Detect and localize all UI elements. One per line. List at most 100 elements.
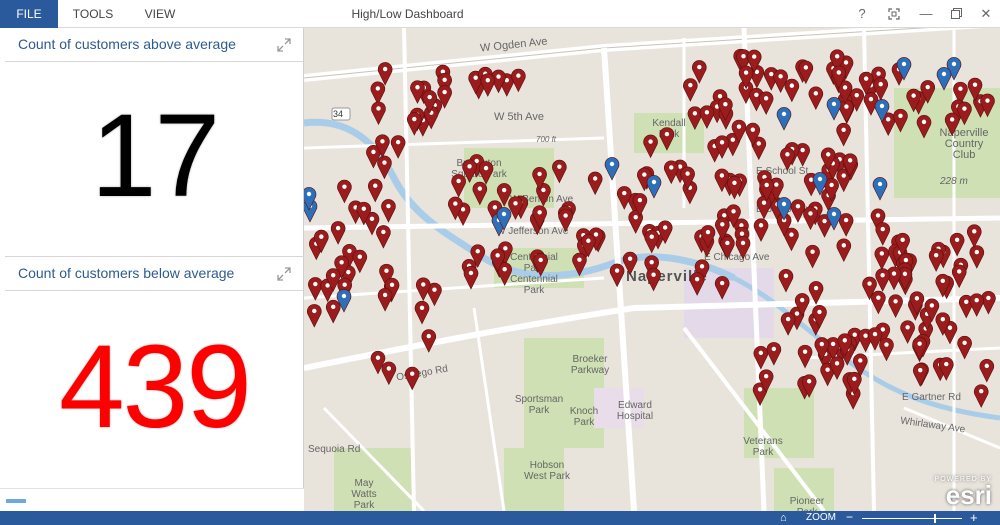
map-view[interactable]: W Ogden Ave W 5th Ave 34 700 ft Kendall … (304, 28, 1000, 511)
customer-marker-below[interactable] (617, 186, 632, 210)
customer-marker-below[interactable] (900, 320, 915, 344)
customer-marker-below[interactable] (407, 112, 422, 136)
customer-marker-below[interactable] (558, 208, 573, 233)
customer-marker-below[interactable] (753, 345, 769, 370)
customer-marker-below[interactable] (766, 342, 782, 366)
customer-marker-below[interactable] (957, 101, 972, 126)
customer-marker-below[interactable] (838, 213, 854, 237)
customer-marker-below[interactable] (572, 252, 587, 277)
customer-marker-below[interactable] (451, 174, 466, 198)
customer-marker-below[interactable] (836, 122, 851, 147)
customer-marker-below[interactable] (415, 277, 431, 302)
menu-tools[interactable]: TOOLS (64, 0, 122, 28)
restore-button[interactable] (942, 0, 970, 28)
customer-marker-below[interactable] (928, 248, 944, 272)
customer-marker-below[interactable] (414, 300, 430, 325)
customer-marker-below[interactable] (421, 329, 437, 353)
customer-marker-below[interactable] (784, 78, 800, 103)
customer-marker-below[interactable] (753, 218, 769, 242)
customer-marker-below[interactable] (307, 304, 322, 328)
minimize-button[interactable]: — (912, 0, 940, 28)
customer-marker-below[interactable] (797, 344, 813, 369)
customer-marker-below[interactable] (735, 235, 751, 260)
customer-marker-below[interactable] (805, 244, 820, 269)
customer-marker-below[interactable] (912, 363, 928, 387)
customer-marker-below[interactable] (609, 263, 625, 288)
customer-marker-above[interactable] (826, 97, 842, 121)
help-button[interactable]: ? (848, 0, 876, 28)
fullscreen-button[interactable] (880, 0, 908, 28)
customer-marker-below[interactable] (330, 221, 346, 245)
customer-marker-below[interactable] (370, 81, 386, 106)
customer-marker-below[interactable] (875, 222, 891, 246)
customer-marker-below[interactable] (478, 161, 494, 185)
customer-marker-below[interactable] (699, 105, 715, 129)
customer-marker-below[interactable] (683, 78, 698, 102)
customer-marker-below[interactable] (949, 232, 965, 257)
expand-icon[interactable] (277, 267, 291, 281)
customer-marker-below[interactable] (644, 229, 660, 254)
customer-marker-below[interactable] (871, 290, 886, 315)
customer-marker-above[interactable] (936, 67, 952, 91)
customer-marker-below[interactable] (308, 277, 323, 301)
close-button[interactable]: ✕ (972, 0, 1000, 28)
customer-marker-below[interactable] (798, 60, 814, 85)
customer-marker-below[interactable] (758, 91, 774, 115)
customer-marker-below[interactable] (875, 268, 890, 292)
customer-marker-below[interactable] (377, 155, 392, 180)
customer-marker-below[interactable] (780, 147, 795, 171)
customer-marker-below[interactable] (756, 195, 772, 220)
menu-view[interactable]: VIEW (130, 0, 190, 28)
customer-marker-below[interactable] (371, 101, 386, 126)
customer-marker-below[interactable] (552, 159, 567, 184)
customer-marker-below[interactable] (714, 276, 730, 300)
customer-marker-below[interactable] (957, 335, 972, 360)
customer-marker-below[interactable] (463, 266, 479, 290)
customer-marker-below[interactable] (687, 106, 703, 130)
customer-marker-above[interactable] (872, 177, 888, 201)
customer-marker-above[interactable] (646, 175, 662, 199)
customer-marker-below[interactable] (790, 199, 806, 223)
customer-marker-below[interactable] (780, 312, 796, 336)
customer-marker-below[interactable] (663, 160, 679, 185)
customer-marker-below[interactable] (912, 336, 927, 361)
customer-marker-below[interactable] (533, 253, 548, 277)
customer-marker-below[interactable] (836, 238, 852, 263)
customer-marker-below[interactable] (879, 337, 894, 362)
customer-marker-below[interactable] (587, 171, 603, 196)
customer-marker-below[interactable] (646, 267, 661, 292)
zoom-out-button[interactable]: − (846, 511, 853, 524)
zoom-slider-track[interactable] (862, 518, 962, 519)
customer-marker-below[interactable] (803, 206, 818, 231)
customer-marker-below[interactable] (973, 384, 989, 408)
customer-marker-above[interactable] (604, 157, 620, 181)
menu-file[interactable]: FILE (0, 0, 58, 28)
page-indicator[interactable] (6, 499, 26, 503)
home-icon[interactable]: ⌂ (780, 512, 794, 524)
customer-marker-below[interactable] (916, 114, 932, 139)
zoom-slider-thumb[interactable] (934, 514, 936, 523)
customer-marker-below[interactable] (352, 249, 368, 274)
customer-marker-above[interactable] (776, 107, 792, 131)
customer-marker-below[interactable] (966, 224, 982, 249)
customer-marker-below[interactable] (808, 86, 824, 111)
customer-marker-below[interactable] (390, 135, 406, 159)
customer-marker-below[interactable] (969, 293, 984, 317)
customer-marker-below[interactable] (893, 108, 908, 133)
customer-marker-below[interactable] (381, 361, 397, 386)
customer-marker-below[interactable] (839, 99, 854, 124)
customer-marker-below[interactable] (325, 299, 341, 324)
customer-marker-below[interactable] (337, 179, 352, 204)
customer-marker-below[interactable] (643, 134, 658, 159)
customer-marker-below[interactable] (874, 246, 890, 271)
customer-marker-below[interactable] (689, 272, 705, 296)
customer-marker-below[interactable] (622, 251, 638, 276)
customer-marker-below[interactable] (480, 73, 496, 97)
zoom-in-button[interactable]: + (970, 511, 978, 524)
customer-marker-below[interactable] (944, 112, 960, 137)
customer-marker-below[interactable] (808, 281, 824, 305)
customer-marker-below[interactable] (367, 178, 383, 203)
customer-marker-below[interactable] (778, 268, 794, 293)
customer-marker-below[interactable] (377, 62, 393, 86)
customer-marker-below[interactable] (472, 181, 488, 206)
